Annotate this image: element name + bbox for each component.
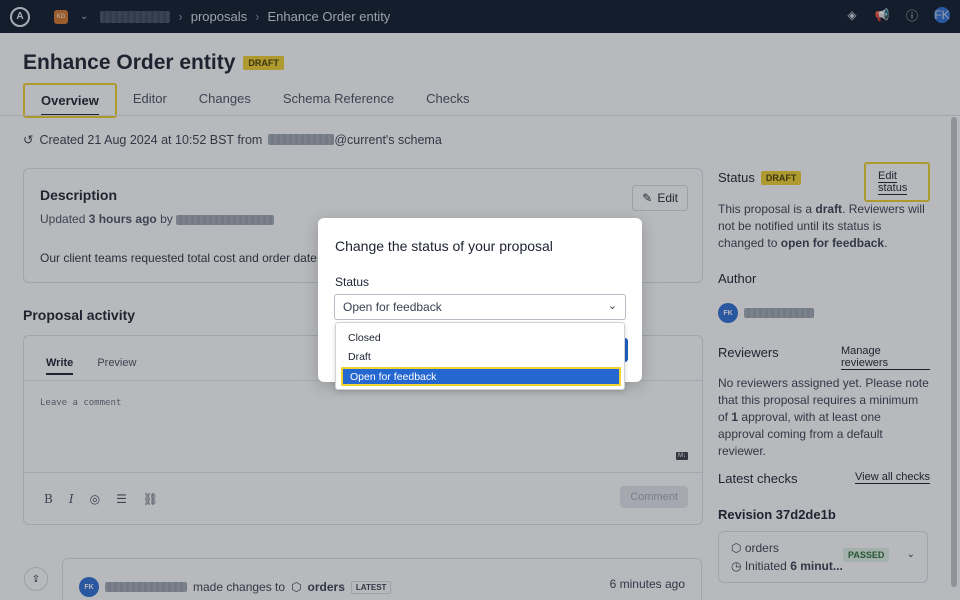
modal-title: Change the status of your proposal — [335, 238, 553, 254]
option-open-for-feedback[interactable]: Open for feedback — [341, 367, 621, 386]
status-dropdown: Closed Draft Open for feedback — [335, 322, 625, 390]
option-draft[interactable]: Draft — [348, 351, 371, 363]
status-select[interactable]: Open for feedback ⌄ — [334, 294, 626, 320]
option-closed[interactable]: Closed — [348, 332, 381, 344]
status-field-label: Status — [335, 275, 370, 289]
chevron-down-icon: ⌄ — [607, 300, 617, 312]
